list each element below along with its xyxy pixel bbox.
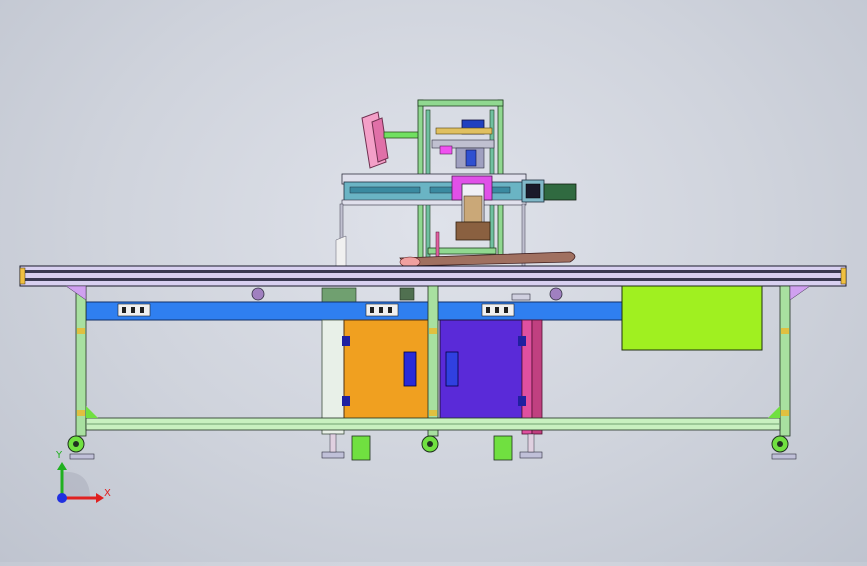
triad-x-label: X xyxy=(104,488,111,499)
cad-viewport[interactable]: X Y xyxy=(0,0,867,562)
caster-wheel-icon xyxy=(67,435,789,461)
pink-roll xyxy=(361,111,421,169)
triad-y-label: Y xyxy=(55,450,63,461)
green-control-box xyxy=(621,285,763,351)
assembly-drawing: X Y xyxy=(19,99,847,503)
beam-bracket-right xyxy=(481,303,515,317)
blue-beam xyxy=(85,301,629,321)
beam-bracket-left xyxy=(117,303,151,317)
upper-gantry xyxy=(335,99,577,268)
view-triad-icon xyxy=(57,462,104,503)
beam-bracket-center xyxy=(365,303,399,317)
